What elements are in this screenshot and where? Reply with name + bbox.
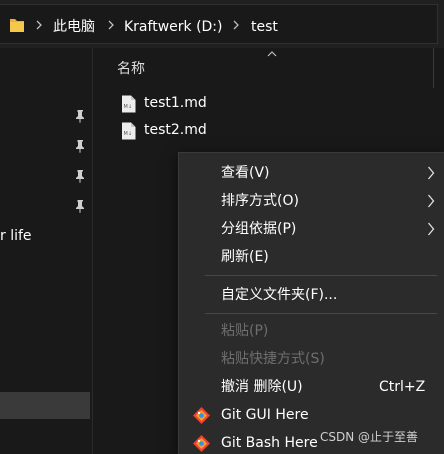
file-name: test2.md — [144, 122, 207, 138]
menu-item-shortcut: Ctrl+Z — [379, 379, 426, 395]
column-header-name[interactable]: 名称 — [117, 58, 145, 78]
menu-item-label: 查看(V) — [221, 165, 270, 181]
chevron-right-icon[interactable] — [231, 17, 241, 33]
chevron-right-icon[interactable] — [34, 17, 44, 33]
svg-text:M↓: M↓ — [124, 104, 133, 110]
menu-separator — [205, 313, 437, 314]
menu-item-label: 排序方式(O) — [221, 193, 299, 209]
pin-icon[interactable] — [74, 139, 86, 153]
menu-item-paste-shortcut: 粘贴快捷方式(S) — [179, 345, 444, 373]
breadcrumb-this-pc[interactable]: 此电脑 — [53, 18, 95, 36]
watermark: CSDN @止于至善 — [320, 430, 419, 444]
markdown-file-icon: M↓ — [122, 95, 136, 113]
breadcrumb-test[interactable]: test — [251, 18, 278, 36]
pin-icon[interactable] — [74, 199, 86, 213]
git-icon — [193, 407, 210, 424]
file-item[interactable]: M↓ test2.md — [118, 119, 238, 143]
sort-ascending-icon — [267, 51, 277, 57]
menu-item-paste: 粘贴(P) — [179, 317, 444, 345]
chevron-right-icon — [428, 194, 435, 208]
column-divider[interactable] — [433, 48, 434, 88]
menu-item-customize-folder[interactable]: 自定义文件夹(F)... — [179, 281, 444, 309]
menu-item-undo-delete[interactable]: 撤消 删除(U) Ctrl+Z — [179, 373, 444, 401]
file-explorer-window: 此电脑 Kraftwerk (D:) test r life 名称 M↓ tes… — [0, 0, 444, 454]
menu-item-group-by[interactable]: 分组依据(P) — [179, 215, 444, 243]
menu-item-refresh[interactable]: 刷新(E) — [179, 243, 444, 271]
menu-item-label: Git Bash Here — [221, 435, 318, 451]
address-box[interactable]: 此电脑 Kraftwerk (D:) test — [0, 4, 438, 44]
pin-icon[interactable] — [74, 109, 86, 123]
pin-icon[interactable] — [74, 169, 86, 183]
menu-item-label: 粘贴快捷方式(S) — [221, 351, 325, 367]
menu-item-sort-by[interactable]: 排序方式(O) — [179, 187, 444, 215]
menu-separator — [205, 275, 437, 276]
chevron-right-icon[interactable] — [106, 17, 116, 33]
file-item[interactable]: M↓ test1.md — [118, 92, 238, 116]
breadcrumb-drive[interactable]: Kraftwerk (D:) — [124, 18, 223, 36]
nav-item-selected[interactable] — [0, 392, 90, 419]
chevron-right-icon — [428, 222, 435, 236]
nav-item-label[interactable]: r life — [0, 228, 32, 244]
menu-item-label: 分组依据(P) — [221, 221, 297, 237]
file-name: test1.md — [144, 95, 207, 111]
git-icon — [193, 435, 210, 452]
menu-item-label: 自定义文件夹(F)... — [221, 287, 338, 303]
chevron-right-icon — [428, 166, 435, 180]
menu-item-git-gui[interactable]: Git GUI Here — [179, 401, 444, 429]
menu-item-label: Git GUI Here — [221, 407, 309, 423]
markdown-file-icon: M↓ — [122, 122, 136, 140]
menu-item-view[interactable]: 查看(V) — [179, 159, 444, 187]
context-menu: 查看(V) 排序方式(O) 分组依据(P) 刷新(E) 自定义文件夹(F)... — [178, 152, 444, 454]
menu-item-label: 粘贴(P) — [221, 323, 269, 339]
menu-item-label: 刷新(E) — [221, 249, 269, 265]
address-bar: 此电脑 Kraftwerk (D:) test — [0, 0, 444, 48]
svg-text:M↓: M↓ — [124, 131, 133, 137]
folder-icon — [10, 19, 24, 32]
menu-item-label: 撤消 删除(U) — [221, 379, 303, 395]
